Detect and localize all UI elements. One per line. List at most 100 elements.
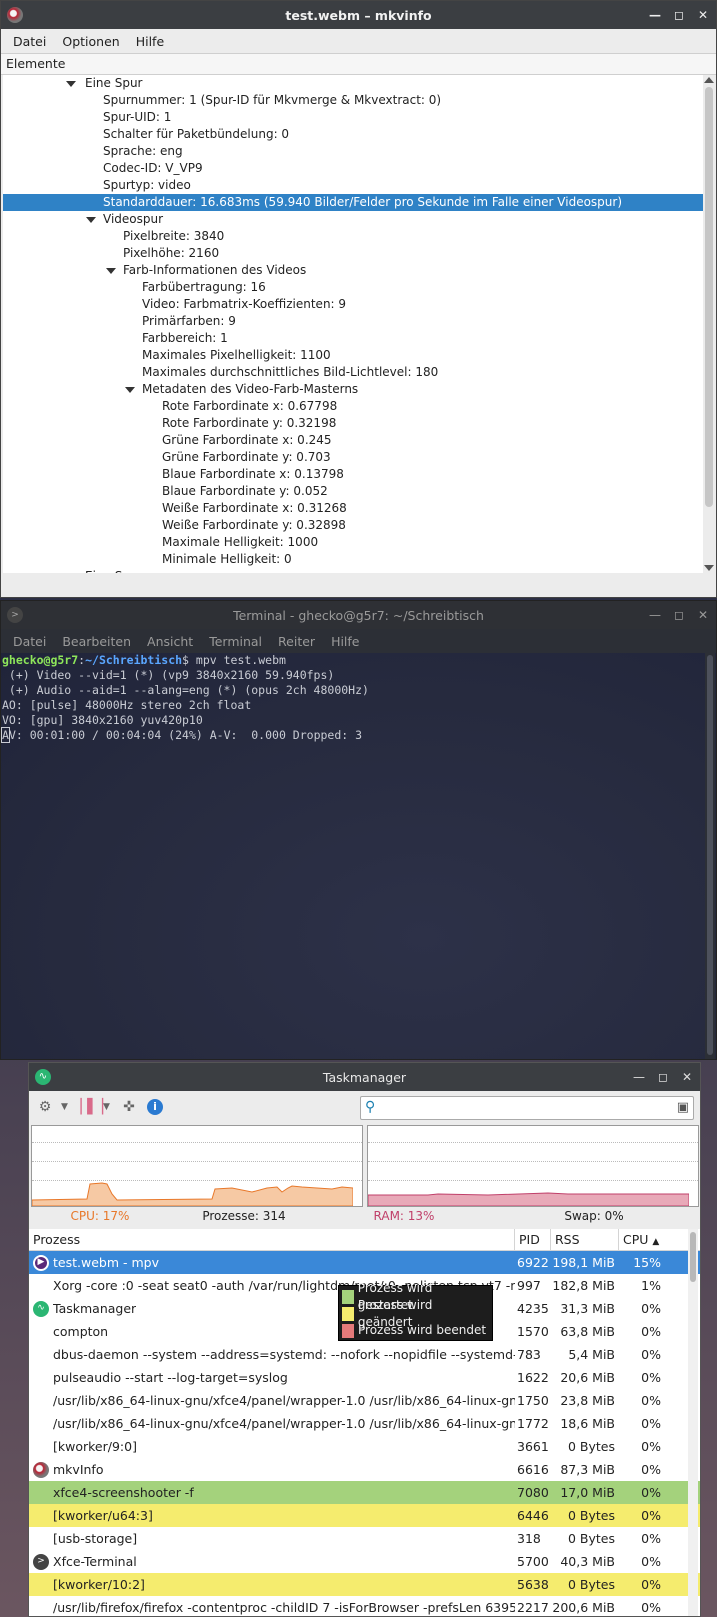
process-row[interactable]: [kworker/10:2] 5638 0 Bytes 0% [29,1573,700,1596]
expander-triangle-icon[interactable] [66,81,76,87]
info-icon[interactable]: i [145,1097,165,1117]
maximize-icon[interactable]: ◻ [656,1070,670,1084]
clear-search-icon[interactable]: ▣ [677,1100,689,1115]
chevron-down-icon[interactable]: ▼ [61,1102,71,1112]
tree-row[interactable]: Pixelhöhe: 2160 [3,245,703,262]
tree-row[interactable]: Spur-UID: 1 [3,109,703,126]
minimize-icon[interactable]: — [648,608,662,622]
process-row[interactable]: > Xfce-Terminal 5700 40,3 MiB 0% [29,1550,700,1573]
crosshair-icon[interactable]: ✜ [119,1097,139,1117]
tree-row[interactable]: Primärfarben: 9 [3,313,703,330]
taskmanager-titlebar[interactable]: ∿ Taskmanager — ◻ ✕ [29,1063,700,1091]
menu-ansicht[interactable]: Ansicht [139,634,201,649]
tree-row[interactable]: Grüne Farbordinate x: 0.245 [3,432,703,449]
menu-hilfe[interactable]: Hilfe [128,34,172,49]
menu-bearbeiten[interactable]: Bearbeiten [54,634,139,649]
tree-row[interactable]: Eine Spur [3,75,703,92]
scroll-thumb[interactable] [707,655,713,1055]
tree-row[interactable]: Weiße Farbordinate x: 0.31268 [3,500,703,517]
expander-triangle-icon[interactable] [106,268,116,274]
output-line: VO: [gpu] 3840x2160 yuv420p10 [2,713,203,727]
tree-row[interactable]: Spurtyp: video [3,177,703,194]
mkvinfo-app-icon [7,7,23,23]
close-icon[interactable]: ✕ [696,8,710,22]
maximize-icon[interactable]: ◻ [672,608,686,622]
tree-row[interactable]: Video: Farbmatrix-Koeffizienten: 9 [3,296,703,313]
tree-row[interactable]: Minimale Helligkeit: 0 [3,551,703,568]
process-rss: 31,3 MiB [560,1301,615,1316]
tree-row[interactable]: Standarddauer: 16.683ms (59.940 Bilder/F… [3,194,703,211]
search-input[interactable] [385,1099,655,1117]
menu-datei[interactable]: Datei [5,34,54,49]
tree-row[interactable]: Spurnummer: 1 (Spur-ID für Mkvmerge & Mk… [3,92,703,109]
terminal-scrollbar[interactable] [705,653,715,1059]
tree-row[interactable]: Videospur [3,211,703,228]
process-row[interactable]: pulseaudio --start --log-target=syslog 16… [29,1366,700,1389]
tree-scrollbar[interactable] [703,75,715,573]
tree-row[interactable]: Maximale Helligkeit: 1000 [3,534,703,551]
menu-terminal[interactable]: Terminal [201,634,270,649]
minimize-icon[interactable]: — [632,1070,646,1084]
process-row[interactable]: ▶ test.webm - mpv 6922 198,1 MiB 15% [29,1251,700,1274]
settings-gear-icon[interactable]: ⚙ [35,1097,55,1117]
tree-row[interactable]: Metadaten des Video-Farb-Masterns [3,381,703,398]
tree-column-header[interactable]: Elemente [1,53,716,75]
process-row[interactable]: [kworker/9:0] 3661 0 Bytes 0% [29,1435,700,1458]
tree-row[interactable]: Maximales durchschnittliches Bild-Lichtl… [3,364,703,381]
tree-row[interactable]: Sprache: eng [3,143,703,160]
terminal-app-icon: > [7,607,23,623]
tree-row[interactable]: Schalter für Paketbündelung: 0 [3,126,703,143]
window-title: test.webm – mkvinfo [285,7,432,23]
process-row[interactable]: /usr/lib/x86_64-linux-gnu/xfce4/panel/wr… [29,1412,700,1435]
tree-row[interactable]: Blaue Farbordinate y: 0.052 [3,483,703,500]
expander-triangle-icon[interactable] [125,387,135,393]
tree-row[interactable]: Maximales Pixelhelligkeit: 1100 [3,347,703,364]
terminal-screen[interactable]: ghecko@g5r7:~/Schreibtisch$ mpv test.web… [1,653,706,1059]
chevron-down-icon[interactable]: ▼ [103,1102,113,1112]
process-name: [kworker/u64:3] [53,1508,153,1523]
process-row[interactable]: xfce4-screenshooter -f 7080 17,0 MiB 0% [29,1481,700,1504]
process-row[interactable]: /usr/lib/x86_64-linux-gnu/xfce4/panel/wr… [29,1389,700,1412]
expander-triangle-icon[interactable] [86,217,96,223]
tree-row[interactable]: Weiße Farbordinate y: 0.32898 [3,517,703,534]
process-row[interactable]: /usr/lib/firefox/firefox -contentproc -c… [29,1596,700,1616]
maximize-icon[interactable]: ◻ [672,8,686,22]
column-cpu[interactable]: CPU ▲ [619,1229,667,1250]
tree-row[interactable]: Grüne Farbordinate y: 0.703 [3,449,703,466]
scroll-down-icon[interactable] [704,565,714,571]
menu-datei[interactable]: Datei [5,634,54,649]
scroll-thumb[interactable] [690,1232,696,1282]
column-rss[interactable]: RSS [551,1229,619,1250]
mkvinfo-titlebar[interactable]: test.webm – mkvinfo — ◻ ✕ [1,1,716,29]
scroll-thumb[interactable] [705,87,713,507]
minimize-icon[interactable]: — [648,8,662,22]
menu-hilfe[interactable]: Hilfe [323,634,367,649]
tree-row[interactable]: Farb-Informationen des Videos [3,262,703,279]
close-icon[interactable]: ✕ [696,608,710,622]
process-row[interactable]: mkvInfo 6616 87,3 MiB 0% [29,1458,700,1481]
process-cpu: 0% [641,1393,661,1408]
menu-optionen[interactable]: Optionen [54,34,127,49]
search-box[interactable]: ⚲ ▣ [360,1096,694,1120]
menu-reiter[interactable]: Reiter [270,634,323,649]
process-row[interactable]: [usb-storage] 318 0 Bytes 0% [29,1527,700,1550]
element-tree[interactable]: Eine Spur Spurnummer: 1 (Spur-ID für Mkvm… [3,75,703,573]
tree-row[interactable]: Eine Spur [3,568,703,573]
tree-row[interactable]: Rote Farbordinate y: 0.32198 [3,415,703,432]
scroll-up-icon[interactable] [704,77,714,83]
graph-view-icon[interactable]: ▕▐▕ [71,1097,103,1117]
close-icon[interactable]: ✕ [680,1070,694,1084]
tree-row[interactable]: Rote Farbordinate x: 0.67798 [3,398,703,415]
tree-row[interactable]: Farbbereich: 1 [3,330,703,347]
process-row[interactable]: [kworker/u64:3] 6446 0 Bytes 0% [29,1504,700,1527]
process-rss: 5,4 MiB [568,1347,615,1362]
tree-row[interactable]: Blaue Farbordinate x: 0.13798 [3,466,703,483]
terminal-titlebar[interactable]: > Terminal - ghecko@g5r7: ~/Schreibtisch… [1,601,716,629]
tree-row[interactable]: Codec-ID: V_VP9 [3,160,703,177]
column-prozess[interactable]: Prozess [29,1229,515,1250]
tree-row[interactable]: Farbübertragung: 16 [3,279,703,296]
process-list-scrollbar[interactable] [688,1229,698,1616]
tree-row[interactable]: Pixelbreite: 3840 [3,228,703,245]
process-row[interactable]: dbus-daemon --system --address=systemd: … [29,1343,700,1366]
column-pid[interactable]: PID [515,1229,551,1250]
